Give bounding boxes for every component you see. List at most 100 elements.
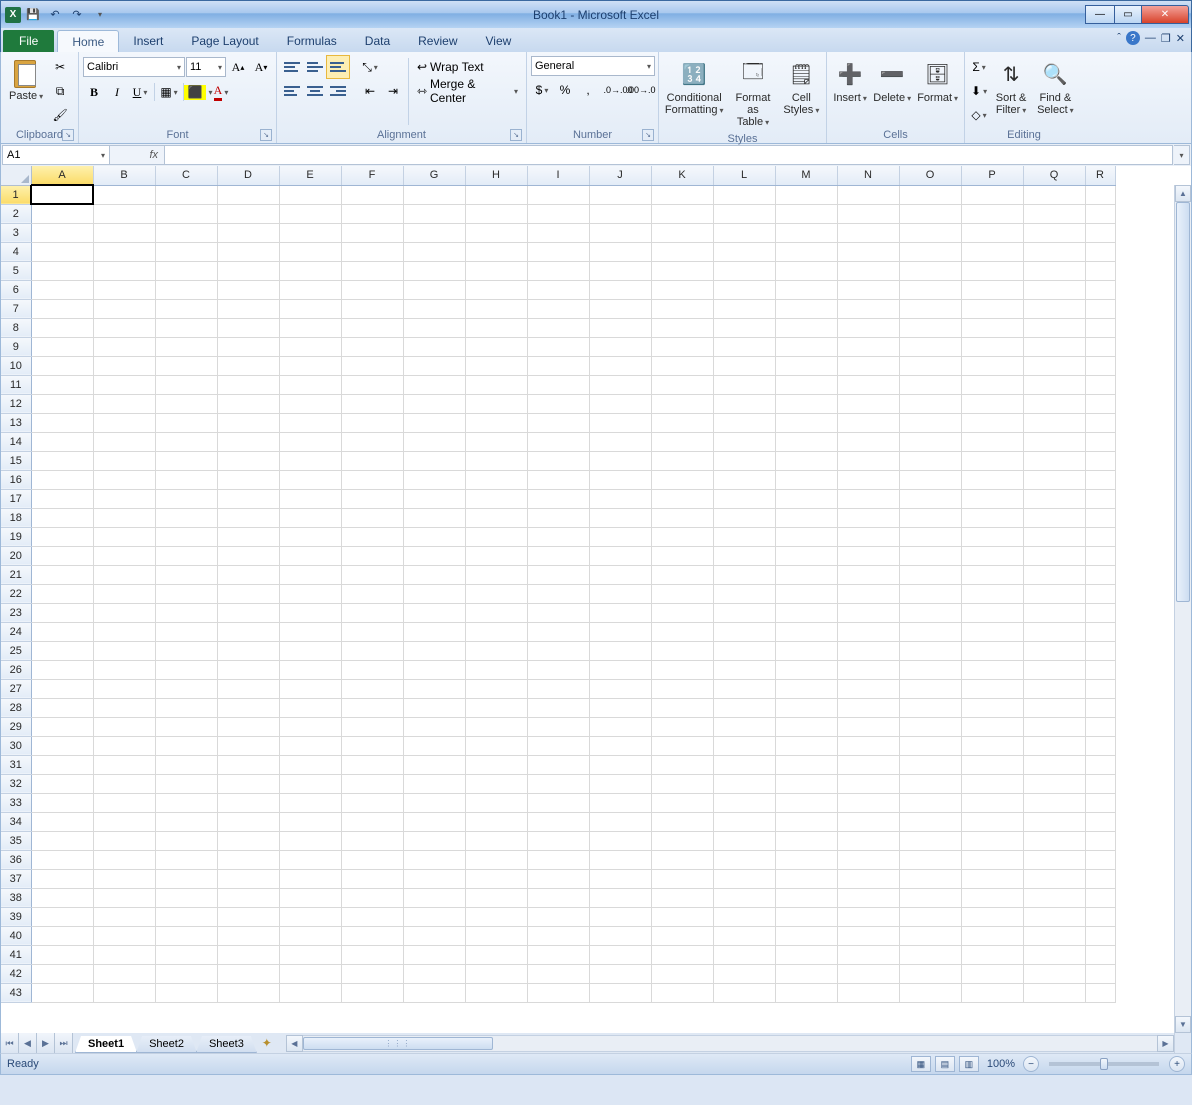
- cell-P7[interactable]: [961, 299, 1023, 318]
- row-header-34[interactable]: 34: [1, 812, 31, 831]
- cell-K5[interactable]: [651, 261, 713, 280]
- cell-K21[interactable]: [651, 565, 713, 584]
- cell-I40[interactable]: [527, 926, 589, 945]
- cell-R5[interactable]: [1085, 261, 1115, 280]
- cell-A13[interactable]: [31, 413, 93, 432]
- row-header-17[interactable]: 17: [1, 489, 31, 508]
- cell-G3[interactable]: [403, 223, 465, 242]
- cell-C2[interactable]: [155, 204, 217, 223]
- cell-P30[interactable]: [961, 736, 1023, 755]
- cell-N30[interactable]: [837, 736, 899, 755]
- cell-A31[interactable]: [31, 755, 93, 774]
- column-header-A[interactable]: A: [31, 166, 93, 185]
- column-header-L[interactable]: L: [713, 166, 775, 185]
- cell-D15[interactable]: [217, 451, 279, 470]
- cell-F12[interactable]: [341, 394, 403, 413]
- cell-L14[interactable]: [713, 432, 775, 451]
- cell-Q35[interactable]: [1023, 831, 1085, 850]
- cell-J40[interactable]: [589, 926, 651, 945]
- cell-N20[interactable]: [837, 546, 899, 565]
- cell-G27[interactable]: [403, 679, 465, 698]
- cell-C18[interactable]: [155, 508, 217, 527]
- cell-C33[interactable]: [155, 793, 217, 812]
- cell-M23[interactable]: [775, 603, 837, 622]
- format-cells-button[interactable]: 🗄Format: [915, 56, 960, 107]
- cell-C19[interactable]: [155, 527, 217, 546]
- cell-H7[interactable]: [465, 299, 527, 318]
- cell-R9[interactable]: [1085, 337, 1115, 356]
- cell-A7[interactable]: [31, 299, 93, 318]
- cell-R1[interactable]: [1085, 185, 1115, 204]
- cell-M3[interactable]: [775, 223, 837, 242]
- cell-G43[interactable]: [403, 983, 465, 1002]
- cell-M35[interactable]: [775, 831, 837, 850]
- cell-C28[interactable]: [155, 698, 217, 717]
- cell-I30[interactable]: [527, 736, 589, 755]
- cell-N4[interactable]: [837, 242, 899, 261]
- cell-R41[interactable]: [1085, 945, 1115, 964]
- cell-E8[interactable]: [279, 318, 341, 337]
- cell-A16[interactable]: [31, 470, 93, 489]
- clipboard-launcher[interactable]: ↘: [62, 129, 74, 141]
- row-header-18[interactable]: 18: [1, 508, 31, 527]
- cell-E18[interactable]: [279, 508, 341, 527]
- cell-L5[interactable]: [713, 261, 775, 280]
- cell-C5[interactable]: [155, 261, 217, 280]
- cell-C29[interactable]: [155, 717, 217, 736]
- cell-L10[interactable]: [713, 356, 775, 375]
- cell-O13[interactable]: [899, 413, 961, 432]
- fill-color-button[interactable]: ⬛: [187, 81, 209, 103]
- cell-K29[interactable]: [651, 717, 713, 736]
- cell-L25[interactable]: [713, 641, 775, 660]
- cell-H26[interactable]: [465, 660, 527, 679]
- row-header-43[interactable]: 43: [1, 983, 31, 1002]
- cell-O21[interactable]: [899, 565, 961, 584]
- cell-H14[interactable]: [465, 432, 527, 451]
- cell-L13[interactable]: [713, 413, 775, 432]
- cell-A10[interactable]: [31, 356, 93, 375]
- cell-C3[interactable]: [155, 223, 217, 242]
- cell-N26[interactable]: [837, 660, 899, 679]
- cell-R2[interactable]: [1085, 204, 1115, 223]
- cell-A30[interactable]: [31, 736, 93, 755]
- cell-O6[interactable]: [899, 280, 961, 299]
- cell-H20[interactable]: [465, 546, 527, 565]
- cell-Q42[interactable]: [1023, 964, 1085, 983]
- cell-Q30[interactable]: [1023, 736, 1085, 755]
- cell-I25[interactable]: [527, 641, 589, 660]
- cell-O43[interactable]: [899, 983, 961, 1002]
- cell-M5[interactable]: [775, 261, 837, 280]
- cell-Q28[interactable]: [1023, 698, 1085, 717]
- cell-D36[interactable]: [217, 850, 279, 869]
- cell-M8[interactable]: [775, 318, 837, 337]
- sheet-tab-sheet1[interactable]: Sheet1: [75, 1036, 137, 1053]
- cell-D25[interactable]: [217, 641, 279, 660]
- cell-E17[interactable]: [279, 489, 341, 508]
- row-header-16[interactable]: 16: [1, 470, 31, 489]
- cell-M25[interactable]: [775, 641, 837, 660]
- cell-N43[interactable]: [837, 983, 899, 1002]
- cell-J23[interactable]: [589, 603, 651, 622]
- new-sheet-button[interactable]: ✦: [256, 1033, 278, 1053]
- cell-N36[interactable]: [837, 850, 899, 869]
- cell-H27[interactable]: [465, 679, 527, 698]
- cell-B22[interactable]: [93, 584, 155, 603]
- cell-R29[interactable]: [1085, 717, 1115, 736]
- cell-B19[interactable]: [93, 527, 155, 546]
- cell-P4[interactable]: [961, 242, 1023, 261]
- cell-G37[interactable]: [403, 869, 465, 888]
- cell-J12[interactable]: [589, 394, 651, 413]
- font-launcher[interactable]: ↘: [260, 129, 272, 141]
- cell-E25[interactable]: [279, 641, 341, 660]
- cell-N16[interactable]: [837, 470, 899, 489]
- scroll-left-button[interactable]: ◀: [286, 1035, 303, 1052]
- cell-L23[interactable]: [713, 603, 775, 622]
- cell-R7[interactable]: [1085, 299, 1115, 318]
- cell-J30[interactable]: [589, 736, 651, 755]
- cell-O31[interactable]: [899, 755, 961, 774]
- cell-I8[interactable]: [527, 318, 589, 337]
- cell-L30[interactable]: [713, 736, 775, 755]
- horizontal-scrollbar[interactable]: ◀ ⋮⋮⋮ ▶: [286, 1033, 1174, 1053]
- cell-J39[interactable]: [589, 907, 651, 926]
- cell-N11[interactable]: [837, 375, 899, 394]
